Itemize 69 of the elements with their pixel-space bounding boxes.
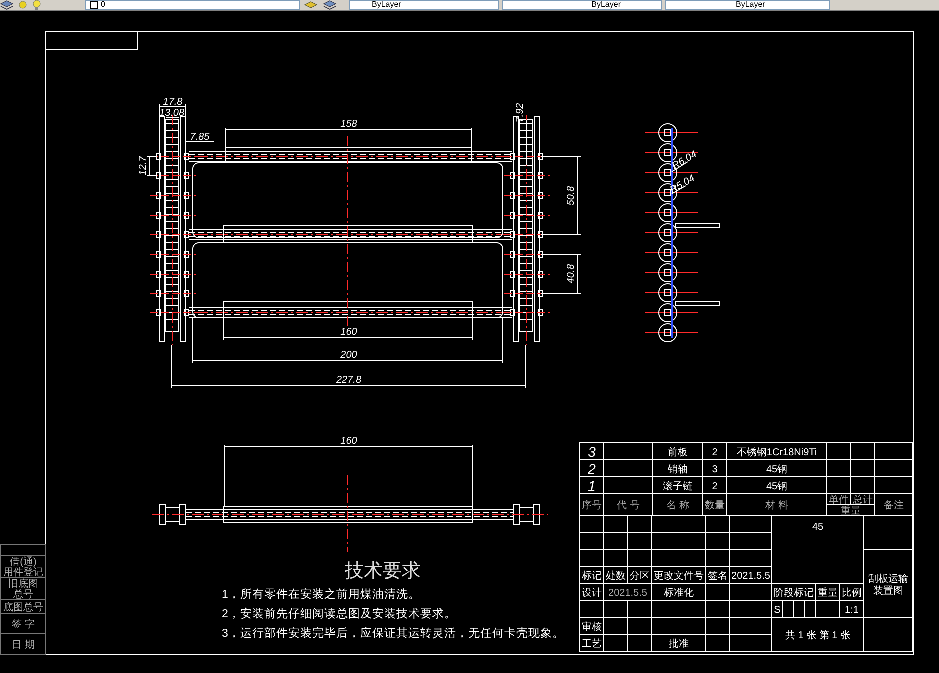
revision-label: 分区	[630, 571, 650, 582]
revision-label: 标记	[582, 571, 602, 582]
scale-text: 1:1	[845, 605, 859, 616]
stage-label: 阶段标记	[774, 588, 814, 600]
column-header: 序号	[582, 500, 602, 512]
date-text: 2021.5.5	[732, 571, 770, 582]
column-header: 材 料	[766, 500, 788, 512]
dimension-label: 160	[340, 327, 358, 338]
layer-state-icon[interactable]	[303, 0, 319, 10]
dimension-label: 7.85	[190, 132, 210, 143]
process-label: 工艺	[582, 639, 602, 650]
requirement-text: 1，所有零件在安装之前用煤油清洗。	[222, 589, 420, 601]
margin-label: 借(通)用件登记	[4, 557, 44, 578]
dimension-label: 50.8	[566, 186, 577, 206]
approve-label: 批准	[669, 639, 689, 650]
dimension-label: 13.08	[159, 108, 185, 119]
part-quantity: 3	[712, 464, 718, 476]
column-header: 备注	[884, 500, 904, 512]
margin-label: 底图总号	[4, 602, 44, 614]
dimension-label: 40.8	[566, 264, 577, 284]
dimension-label: 17.8	[163, 97, 183, 108]
property-dropdown[interactable]: ByLayer	[502, 0, 662, 10]
material-text: 45	[812, 522, 824, 533]
part-name: 销轴	[668, 464, 688, 476]
margin-label: 签 字	[12, 620, 35, 631]
requirement-text: 2，安装前先仔细阅读总图及安装技术要求。	[222, 608, 456, 620]
margin-label: 旧底图总号	[8, 579, 38, 600]
layer-dropdown[interactable]: 0	[85, 0, 300, 10]
layers-icon[interactable]	[322, 0, 338, 10]
dimension-label: 227.8	[336, 375, 362, 386]
column-header: 名 称	[666, 500, 690, 512]
part-material: 不锈钢1Cr18Ni9Ti	[736, 448, 818, 458]
scale-label: 比例	[842, 588, 862, 600]
part-quantity: 2	[712, 448, 718, 458]
dimension-label: 200	[340, 350, 358, 361]
dimension-label: 160	[340, 436, 358, 447]
dimension-label: 158	[340, 119, 358, 130]
part-number: 1	[588, 478, 596, 494]
review-label: 审核	[582, 622, 602, 634]
revision-label: 更改文件号	[654, 571, 704, 582]
sheet-count-text: 共 1 张 第 1 张	[786, 630, 850, 642]
requirements-title: 技术要求	[345, 561, 421, 582]
revision-label: 签名	[708, 571, 728, 582]
date-text: 2021.5.5	[608, 588, 648, 600]
part-name: 滚子链	[663, 482, 693, 492]
column-header: 代 号	[617, 500, 640, 512]
part-material: 45钢	[766, 482, 788, 492]
lightbulb-icon[interactable]	[32, 0, 42, 10]
weight-label: 重量	[818, 588, 838, 600]
column-header: 数量	[705, 500, 725, 512]
design-label: 设计	[582, 588, 602, 600]
part-number: 2	[588, 461, 596, 477]
layers-icon[interactable]	[0, 0, 14, 10]
revision-label: 处数	[606, 571, 626, 582]
stage-text: S	[774, 605, 781, 616]
requirement-text: 3，运行部件安装完毕后，应保证其运转灵活，无任何卡壳现象。	[222, 628, 564, 640]
property-dropdown[interactable]: ByLayer	[665, 0, 830, 10]
part-material: 45钢	[766, 464, 788, 476]
property-dropdown[interactable]: ByLayer	[349, 0, 499, 10]
margin-label: 日 期	[12, 640, 35, 652]
drawing-title: 刮板运输装置图	[868, 574, 908, 597]
standardization-label: 标准化	[664, 588, 694, 600]
column-header: 重量	[841, 506, 861, 518]
part-quantity: 2	[712, 482, 718, 492]
part-number: 3	[588, 444, 596, 460]
column-header: 总计	[853, 495, 873, 506]
column-header: 单件	[829, 495, 849, 506]
dimension-label: 12.7	[138, 156, 149, 176]
part-name: 前板	[668, 448, 688, 458]
